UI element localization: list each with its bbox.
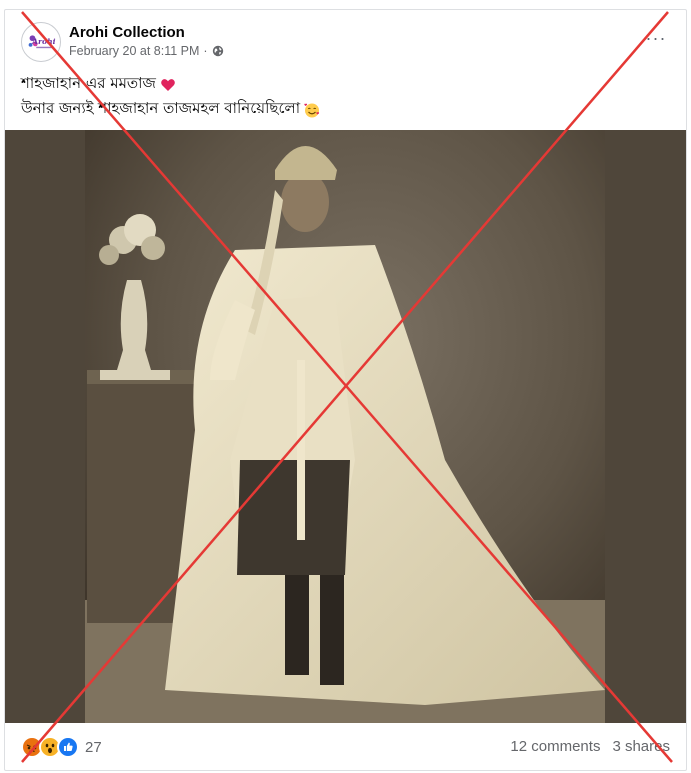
- post-photo[interactable]: [5, 130, 686, 723]
- page-avatar[interactable]: Arohi: [21, 22, 61, 62]
- reaction-count[interactable]: 27: [85, 739, 102, 756]
- page-name-link[interactable]: Arohi Collection: [69, 24, 185, 41]
- facebook-post: Arohi Arohi Collection February 20 at 8:…: [4, 9, 687, 771]
- more-options-button[interactable]: ···: [644, 28, 668, 48]
- red-heart-icon: [160, 76, 176, 92]
- avatar-text: Arohi: [31, 37, 55, 46]
- post-meta: February 20 at 8:11 PM ·: [69, 44, 224, 58]
- reactions-summary[interactable]: 27: [21, 736, 102, 758]
- post-stats: 12 comments 3 shares: [510, 738, 670, 755]
- comments-count-link[interactable]: 12 comments: [510, 738, 600, 755]
- post-header: Arohi Arohi Collection February 20 at 8:…: [5, 10, 686, 70]
- globe-icon[interactable]: [212, 45, 224, 57]
- shares-count-link[interactable]: 3 shares: [612, 738, 670, 755]
- historical-portrait-photo: [5, 130, 686, 723]
- post-caption: শাহজাহান এর মমতাজ উনার জন্যই শাহজাহান তা…: [21, 71, 670, 121]
- caption-line-1: শাহজাহান এর মমতাজ: [21, 74, 156, 92]
- post-timestamp[interactable]: February 20 at 8:11 PM: [69, 44, 199, 58]
- smiling-face-with-hearts-icon: [304, 101, 320, 117]
- meta-separator: ·: [203, 44, 208, 58]
- caption-line-2: উনার জন্যই শাহজাহান তাজমহল বানিয়েছিলো: [21, 99, 301, 117]
- like-icon: [57, 736, 79, 758]
- avatar-logo-icon: Arohi: [22, 23, 60, 61]
- post-footer: 27 12 comments 3 shares: [5, 726, 686, 766]
